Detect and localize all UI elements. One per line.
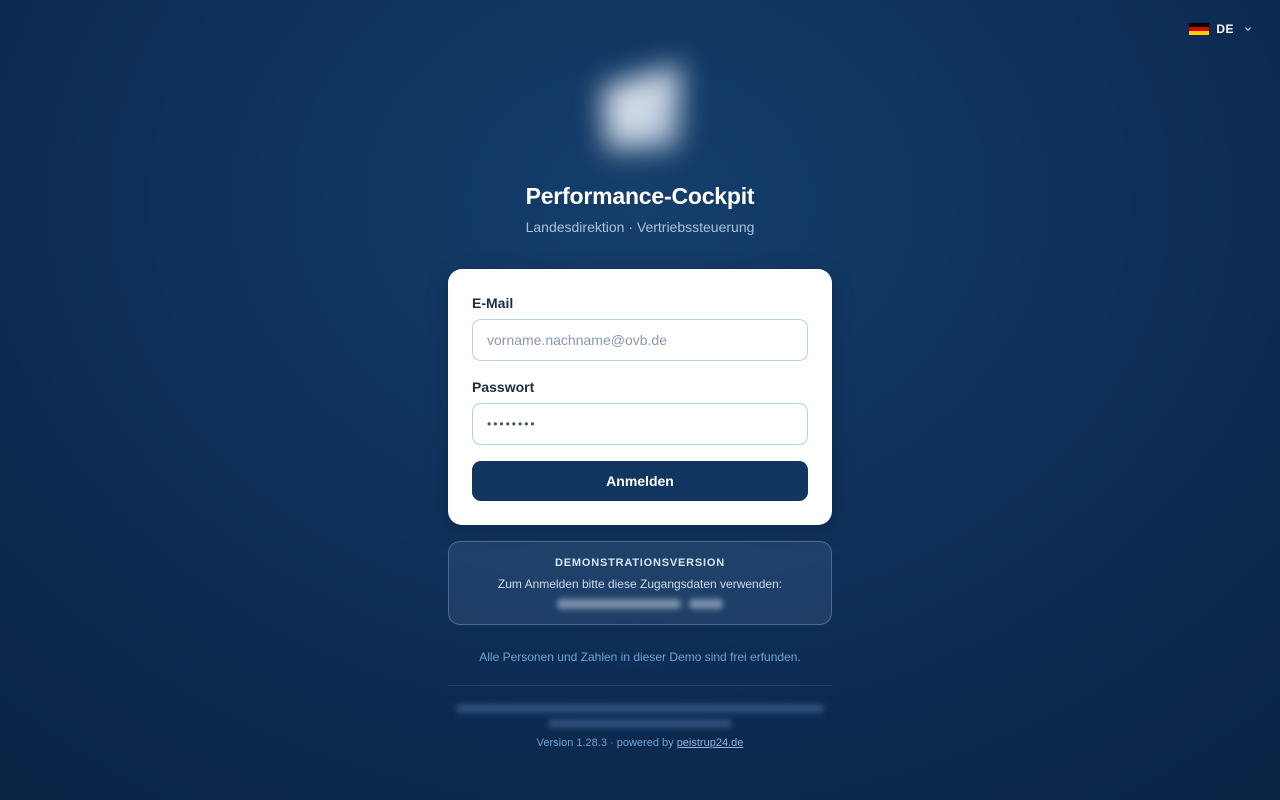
demo-notice-text: Zum Anmelden bitte diese Zugangsdaten ve… bbox=[497, 577, 783, 591]
demo-credentials-blurred bbox=[555, 599, 725, 611]
language-switcher[interactable]: DE bbox=[1189, 22, 1252, 36]
footer-version: Version 1.28.3 · powered by peistrup24.d… bbox=[0, 737, 1280, 749]
language-code: DE bbox=[1216, 22, 1234, 36]
company-logo bbox=[585, 46, 695, 166]
footer-divider bbox=[448, 685, 832, 686]
email-label: E-Mail bbox=[472, 295, 514, 311]
demo-notice: DEMONSTRATIONSVERSION Zum Anmelden bitte… bbox=[448, 541, 832, 625]
email-input[interactable] bbox=[472, 319, 808, 361]
page-title: Performance-Cockpit bbox=[525, 183, 755, 209]
german-flag-icon bbox=[1189, 22, 1210, 36]
login-button[interactable]: Anmelden bbox=[472, 461, 808, 501]
password-label: Passwort bbox=[472, 379, 535, 395]
powered-by-link[interactable]: peistrup24.de bbox=[677, 737, 744, 749]
page-subtitle: Landesdirektion · Vertriebssteuerung bbox=[525, 219, 755, 235]
footer-legal-blurred bbox=[448, 702, 832, 732]
demo-notice-title: DEMONSTRATIONSVERSION bbox=[555, 557, 725, 569]
login-card: E-Mail Passwort •••••••• Anmelden bbox=[448, 269, 832, 525]
password-input[interactable]: •••••••• bbox=[472, 403, 808, 445]
demo-disclaimer: Alle Personen und Zahlen in dieser Demo … bbox=[479, 650, 801, 664]
version-text: Version 1.28.3 · powered by bbox=[536, 737, 674, 749]
chevron-down-icon bbox=[1245, 27, 1251, 31]
password-masked-value: •••••••• bbox=[487, 417, 537, 431]
